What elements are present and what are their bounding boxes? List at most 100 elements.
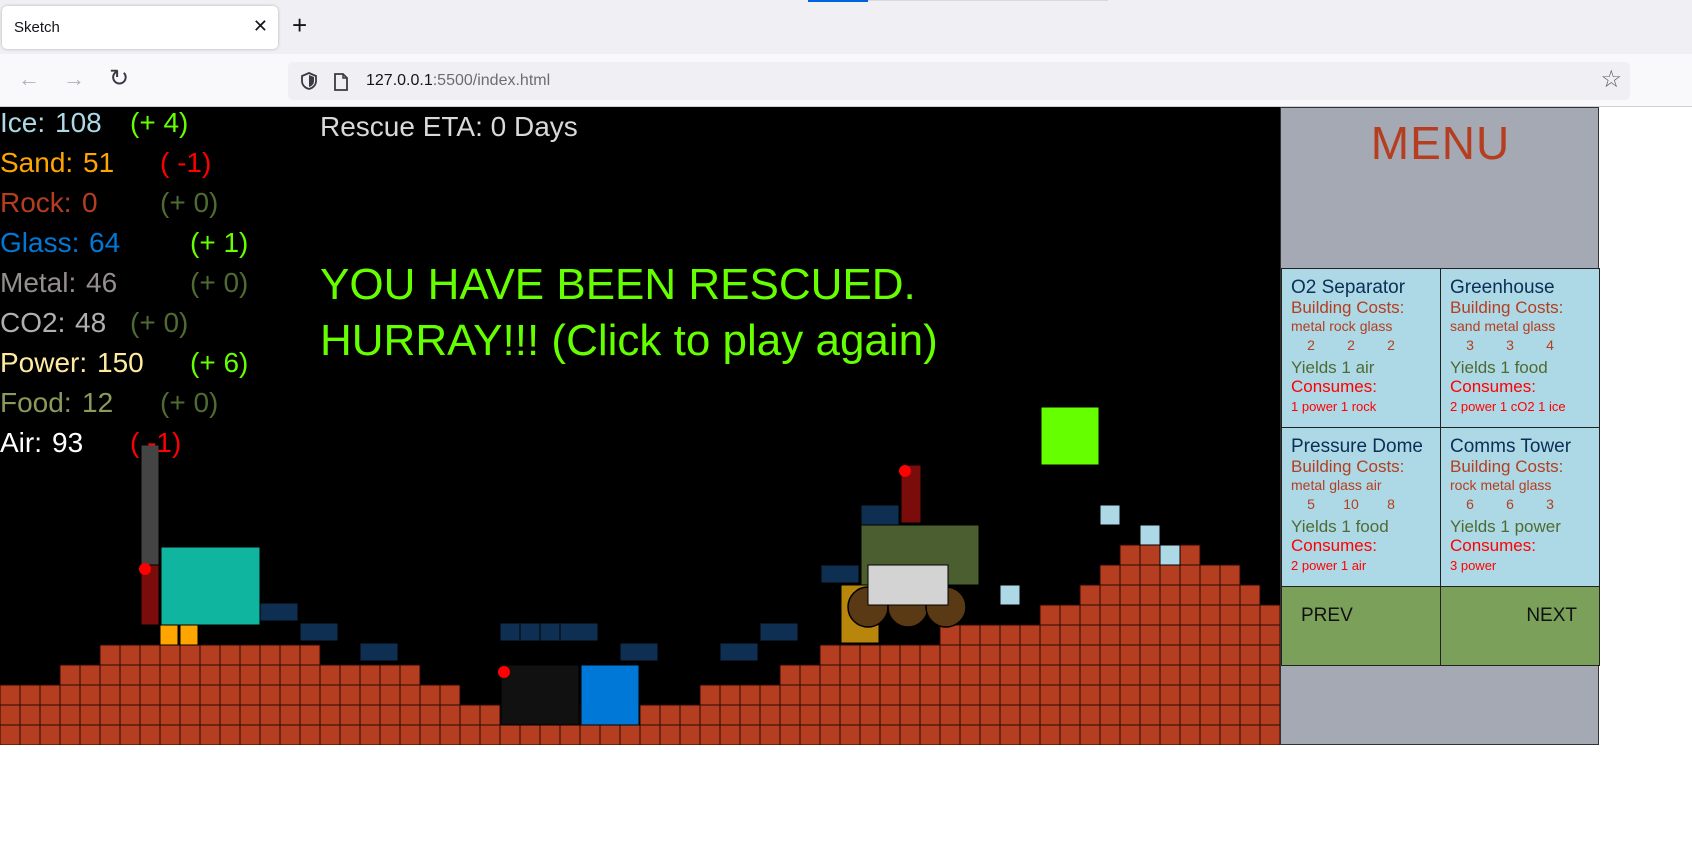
building-cost-amounts: 5 10 8: [1291, 496, 1431, 512]
rock-tile: [1119, 584, 1141, 606]
rock-tile: [439, 704, 461, 726]
rock-tile: [919, 704, 941, 726]
rock-tile: [1119, 644, 1141, 666]
rock-tile: [39, 704, 61, 726]
tab-close-icon[interactable]: ✕: [253, 15, 268, 37]
rock-tile: [459, 704, 481, 726]
rock-tile: [1239, 604, 1261, 626]
bookmark-star-icon[interactable]: ☆: [1600, 68, 1622, 92]
building-name: Pressure Dome: [1291, 436, 1423, 457]
rock-tile: [239, 724, 261, 745]
comms-tower-mast: [140, 444, 160, 566]
rock-tile: [379, 704, 401, 726]
rescue-message[interactable]: YOU HAVE BEEN RESCUED. HURRAY!!! (Click …: [320, 257, 960, 369]
reload-icon[interactable]: ↻: [109, 67, 129, 91]
prev-button[interactable]: PREV: [1281, 586, 1441, 666]
rock-tile: [339, 724, 361, 745]
rock-tile: [319, 684, 341, 706]
stat-ice-value: 108: [55, 107, 102, 138]
rock-tile: [799, 684, 821, 706]
back-icon[interactable]: ←: [18, 67, 40, 91]
rock-tile: [99, 644, 121, 666]
building-card-greenhouse[interactable]: Greenhouse Building Costs: sand metal glass 3…: [1440, 268, 1600, 428]
rock-tile: [619, 724, 641, 745]
rock-tile: [1199, 644, 1221, 666]
rock-tile: [1039, 624, 1061, 646]
stat-glass-delta: (+ 1): [190, 227, 249, 258]
building-consumes-label: Consumes:: [1291, 377, 1377, 396]
rock-tile: [599, 724, 621, 745]
rock-tile: [499, 724, 521, 745]
rock-tile: [839, 724, 861, 745]
building-cost-resources: metal rock glass: [1291, 318, 1431, 334]
rock-tile: [419, 704, 441, 726]
tower-beacon-light: [139, 563, 151, 575]
rock-tile: [1039, 664, 1061, 686]
building-cost-resources: sand metal glass: [1450, 318, 1590, 334]
rock-tile: [1079, 644, 1101, 666]
stat-metal-delta: (+ 0): [190, 267, 249, 298]
rock-tile: [1199, 624, 1221, 646]
stat-glass-value: 64: [89, 227, 121, 258]
stat-glass: Glass:: [0, 227, 80, 258]
building-card-pressure-dome[interactable]: Pressure Dome Building Costs: metal glass ai…: [1281, 427, 1441, 587]
rock-tile: [1199, 704, 1221, 726]
rock-tile: [319, 664, 341, 686]
rock-tile: [1219, 684, 1241, 706]
rock-tile: [1019, 624, 1041, 646]
rock-tile: [1119, 724, 1141, 745]
rock-tile: [239, 664, 261, 686]
rock-tile: [239, 704, 261, 726]
page-info-icon[interactable]: [332, 72, 350, 92]
metal-block: [759, 622, 799, 642]
stat-sand-delta: ( -1): [160, 147, 212, 178]
forward-icon[interactable]: →: [63, 67, 85, 91]
rock-tile: [1099, 564, 1121, 586]
rock-tile: [1199, 724, 1221, 745]
rock-tile: [119, 684, 141, 706]
new-tab-button[interactable]: +: [292, 10, 307, 40]
browser-tab[interactable]: Sketch ✕: [2, 6, 278, 49]
game-canvas[interactable]: Ice: 108 (+ 4) Sand: 51 ( -1) Rock: 0 (+ 0) Glass…: [0, 107, 1280, 745]
rock-tile: [859, 724, 881, 745]
url-text[interactable]: 127.0.0.1:5500/index.html: [366, 72, 550, 90]
rock-tile: [219, 724, 241, 745]
rock-tile: [339, 684, 361, 706]
menu-title: MENU: [1370, 117, 1511, 169]
rock-tile: [1259, 624, 1280, 646]
rock-tile: [1259, 664, 1280, 686]
building-card-comms-tower[interactable]: Comms Tower Building Costs: rock metal glass…: [1440, 427, 1600, 587]
rock-tile: [239, 684, 261, 706]
rock-tile: [219, 664, 241, 686]
tab-strip-divider: [868, 0, 1108, 1]
rock-tile: [699, 704, 721, 726]
rock-tile: [879, 684, 901, 706]
rock-tile: [299, 684, 321, 706]
rock-tile: [1079, 684, 1101, 706]
building-consumes-label: Consumes:: [1450, 377, 1536, 396]
rock-tile: [79, 664, 101, 686]
rock-tile: [939, 644, 961, 666]
shield-icon[interactable]: [299, 71, 319, 91]
rock-tile: [399, 704, 421, 726]
rock-tile: [1179, 604, 1201, 626]
rock-tile: [1179, 684, 1201, 706]
cost-resource: glass: [1359, 318, 1393, 334]
next-button[interactable]: NEXT: [1440, 586, 1600, 666]
rock-tile: [999, 664, 1021, 686]
url-bar[interactable]: 127.0.0.1:5500/index.html ☆: [288, 62, 1630, 100]
rock-tile: [1079, 604, 1101, 626]
rock-tile: [1139, 724, 1161, 745]
rock-tile: [1119, 544, 1141, 566]
rock-tile: [939, 704, 961, 726]
rock-tile: [939, 684, 961, 706]
rock-tile: [1199, 564, 1221, 586]
building-cost-amounts: 3 3 4: [1450, 337, 1590, 353]
rock-tile: [1179, 724, 1201, 745]
rock-tile: [1259, 704, 1280, 726]
rock-tile: [379, 664, 401, 686]
rock-tile: [199, 684, 221, 706]
building-card-o2-separator[interactable]: O2 Separator Building Costs: metal rock glas…: [1281, 268, 1441, 428]
rock-tile: [259, 664, 281, 686]
rock-tile: [279, 704, 301, 726]
